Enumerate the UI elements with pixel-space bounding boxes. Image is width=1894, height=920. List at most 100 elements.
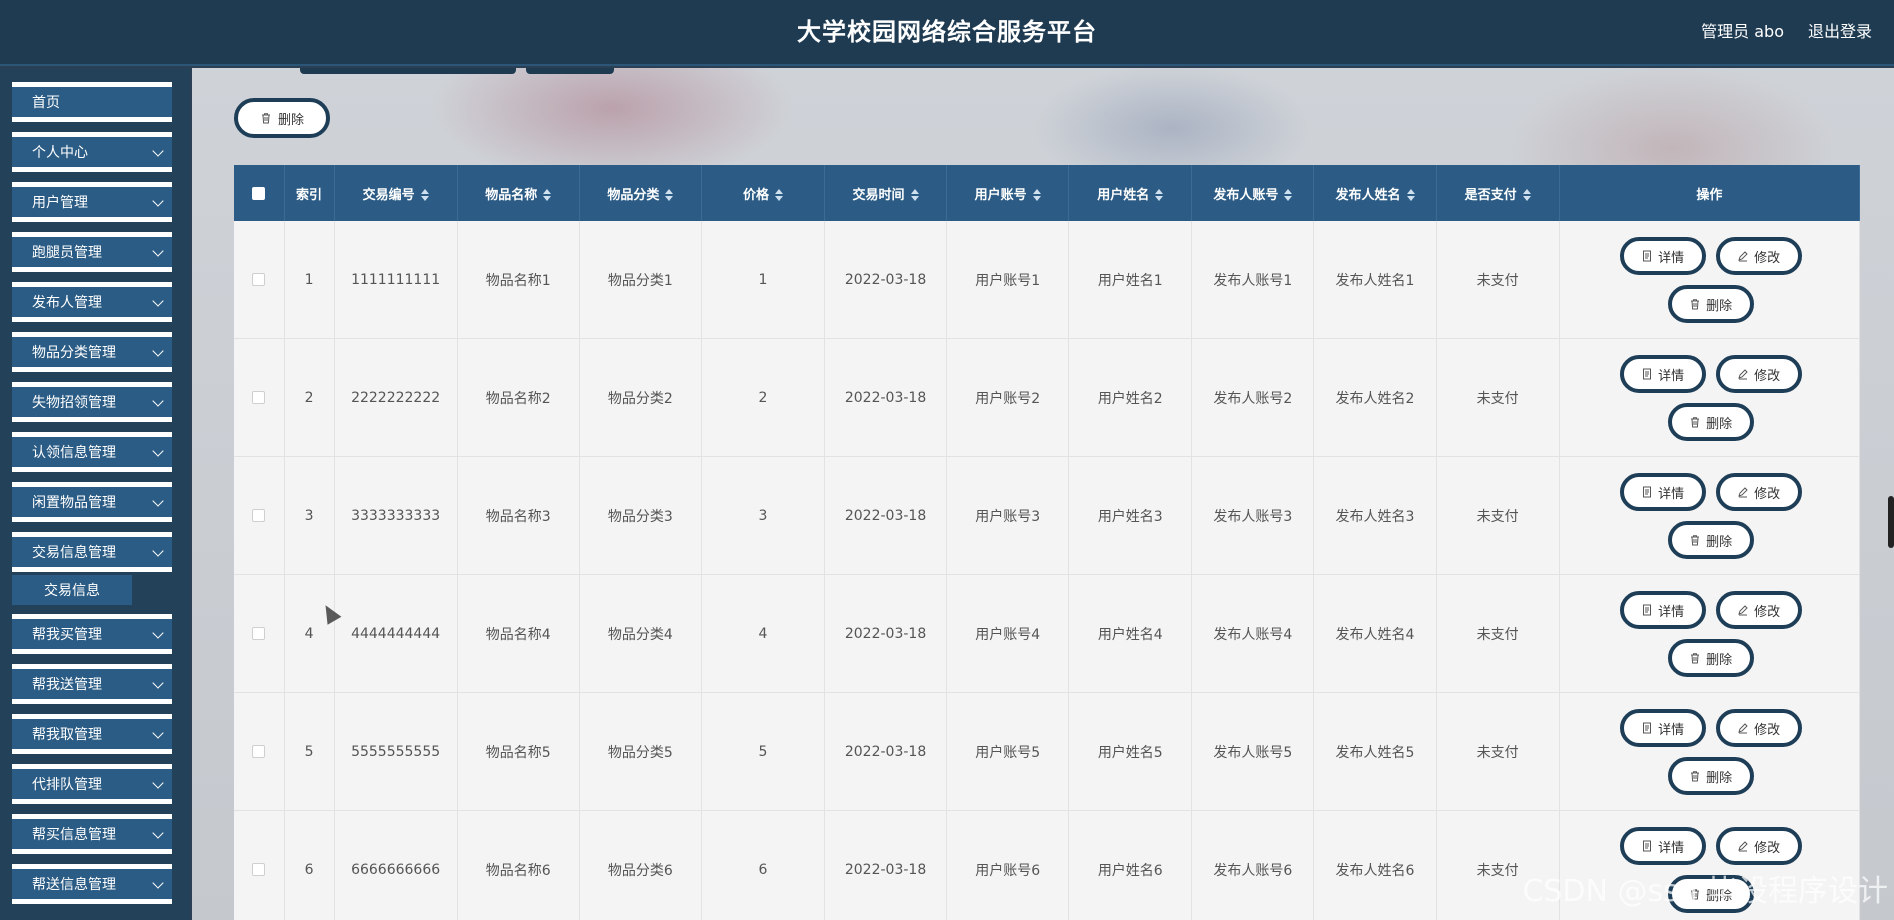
table-cell: 用户账号6 <box>946 810 1070 920</box>
app-title: 大学校园网络综合服务平台 <box>797 18 1097 46</box>
sidebar-item[interactable]: 跑腿员管理 <box>12 232 172 272</box>
sidebar-item-label: 首页 <box>32 95 60 111</box>
sort-icon[interactable] <box>1407 189 1415 201</box>
document-icon <box>1643 250 1652 262</box>
select-all-checkbox[interactable] <box>252 186 266 200</box>
detail-button[interactable]: 详情 <box>1619 355 1706 393</box>
chevron-down-icon <box>152 295 164 307</box>
column-header[interactable]: 是否支付 <box>1436 165 1560 221</box>
table-cell: 用户账号4 <box>946 574 1070 693</box>
scrollbar-thumb[interactable] <box>1888 496 1894 548</box>
column-header[interactable]: 发布人姓名 <box>1313 165 1437 221</box>
table-cell: 物品分类4 <box>579 574 702 693</box>
sort-icon[interactable] <box>1155 189 1163 201</box>
edit-button[interactable]: 修改 <box>1715 355 1802 393</box>
sidebar-item[interactable]: 首页 <box>12 82 172 122</box>
table-cell: 4 <box>284 574 335 693</box>
table-row: 5 5555555555 物品名称5 物品分类5 5 2022-03-18 用户账号5 用户姓… <box>234 692 1860 811</box>
column-header[interactable]: 交易时间 <box>824 165 948 221</box>
sidebar-item[interactable]: 发布人管理 <box>12 282 172 322</box>
table-cell: 发布人账号6 <box>1191 810 1315 920</box>
table-cell: 物品分类1 <box>579 221 702 339</box>
column-header-label: 物品分类 <box>607 187 660 203</box>
sort-icon[interactable] <box>543 189 551 201</box>
column-header[interactable]: 发布人账号 <box>1191 165 1315 221</box>
table-cell: 2022-03-18 <box>824 338 948 457</box>
sort-icon[interactable] <box>1284 189 1292 201</box>
sidebar-item[interactable]: 帮买信息管理 <box>12 814 172 854</box>
row-checkbox[interactable] <box>252 509 266 522</box>
row-checkbox[interactable] <box>252 273 266 286</box>
trash-icon <box>1691 535 1700 546</box>
table-cell: 用户姓名6 <box>1068 810 1193 920</box>
row-actions-cell: 详情 修改删除 <box>1559 221 1860 339</box>
column-header[interactable]: 用户姓名 <box>1068 165 1193 221</box>
row-checkbox[interactable] <box>252 863 266 876</box>
delete-button[interactable]: 删除 <box>1667 639 1754 677</box>
column-header[interactable]: 交易编号 <box>334 165 458 221</box>
delete-button[interactable]: 删除 <box>1667 521 1754 559</box>
column-header: 索引 <box>284 165 335 221</box>
row-checkbox[interactable] <box>252 745 266 758</box>
sort-icon[interactable] <box>665 189 673 201</box>
sidebar-item[interactable]: 帮我买管理 <box>12 614 172 654</box>
column-header[interactable]: 用户账号 <box>946 165 1070 221</box>
pencil-icon <box>1738 605 1748 616</box>
sort-icon[interactable] <box>1523 189 1531 201</box>
table-cell: 发布人姓名3 <box>1313 456 1437 575</box>
sort-icon[interactable] <box>421 189 429 201</box>
sort-icon[interactable] <box>1033 189 1041 201</box>
sort-icon[interactable] <box>775 189 783 201</box>
table-cell: 2022-03-18 <box>824 456 948 575</box>
row-checkbox[interactable] <box>252 627 266 640</box>
detail-button[interactable]: 详情 <box>1619 473 1706 511</box>
chevron-down-icon <box>152 877 164 889</box>
batch-delete-button[interactable]: 删除 <box>234 98 330 138</box>
sidebar-item[interactable]: 认领信息管理 <box>12 432 172 472</box>
column-header[interactable]: 价格 <box>701 165 826 221</box>
row-actions-cell: 详情 修改删除 <box>1559 338 1860 457</box>
edit-button[interactable]: 修改 <box>1715 473 1802 511</box>
sidebar-subitem-transaction-info[interactable]: 交易信息 <box>12 575 132 605</box>
sort-icon[interactable] <box>911 189 919 201</box>
chevron-down-icon <box>152 727 164 739</box>
column-header-label: 操作 <box>1696 187 1723 203</box>
sidebar-item[interactable]: 帮送信息管理 <box>12 864 172 904</box>
table-cell: 物品名称6 <box>457 810 580 920</box>
pencil-icon <box>1738 251 1748 262</box>
document-icon <box>1643 840 1652 852</box>
delete-button[interactable]: 删除 <box>1667 757 1754 795</box>
detail-button[interactable]: 详情 <box>1619 237 1706 275</box>
sidebar-item[interactable]: 帮我取管理 <box>12 714 172 754</box>
sidebar-item[interactable]: 个人中心 <box>12 132 172 172</box>
delete-label: 删除 <box>1706 652 1733 668</box>
edit-button[interactable]: 修改 <box>1715 709 1802 747</box>
sidebar-item[interactable]: 帮我送管理 <box>12 664 172 704</box>
detail-button[interactable]: 详情 <box>1619 591 1706 629</box>
delete-button[interactable]: 删除 <box>1667 285 1754 323</box>
column-header[interactable]: 物品名称 <box>457 165 580 221</box>
sidebar-item[interactable]: 物品分类管理 <box>12 332 172 372</box>
row-checkbox[interactable] <box>252 391 266 404</box>
detail-button[interactable]: 详情 <box>1619 827 1706 865</box>
row-actions-cell: 详情 修改删除 <box>1559 692 1860 811</box>
row-select-cell <box>234 692 285 811</box>
logout-link[interactable]: 退出登录 <box>1808 18 1872 42</box>
sidebar-item[interactable]: 用户管理 <box>12 182 172 222</box>
table-cell: 物品名称4 <box>457 574 580 693</box>
sidebar-item[interactable]: 交易信息管理 <box>12 532 172 572</box>
detail-button[interactable]: 详情 <box>1619 709 1706 747</box>
column-header[interactable]: 物品分类 <box>579 165 702 221</box>
detail-label: 详情 <box>1658 722 1685 738</box>
table-cell: 5555555555 <box>334 692 458 811</box>
table-cell: 2022-03-18 <box>824 574 948 693</box>
table-cell: 用户姓名3 <box>1068 456 1193 575</box>
edit-button[interactable]: 修改 <box>1715 237 1802 275</box>
sidebar-item[interactable]: 代排队管理 <box>12 764 172 804</box>
edit-button[interactable]: 修改 <box>1715 591 1802 629</box>
edit-button[interactable]: 修改 <box>1715 827 1802 865</box>
sidebar-item[interactable]: 闲置物品管理 <box>12 482 172 522</box>
delete-button[interactable]: 删除 <box>1667 403 1754 441</box>
edit-label: 修改 <box>1754 368 1781 384</box>
sidebar-item[interactable]: 失物招领管理 <box>12 382 172 422</box>
